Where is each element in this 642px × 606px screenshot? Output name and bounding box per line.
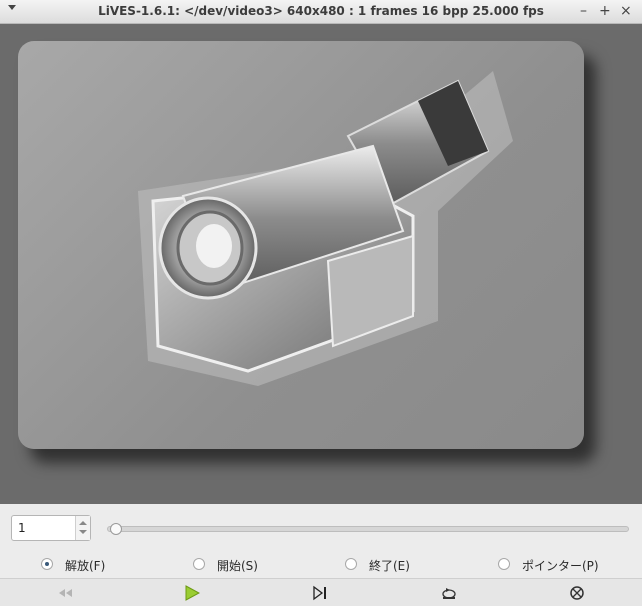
- window-title: LiVES-1.6.1: </dev/video3> 640x480 : 1 f…: [98, 4, 544, 18]
- radio-pointer-label: ポインター(P): [522, 559, 599, 573]
- play-icon: [185, 585, 200, 601]
- close-icon[interactable]: ×: [620, 3, 632, 19]
- minimize-icon[interactable]: –: [580, 3, 587, 19]
- video-preview: [0, 24, 642, 504]
- maximize-icon[interactable]: +: [599, 3, 611, 19]
- rewind-icon: [59, 589, 72, 597]
- slider-handle[interactable]: [110, 523, 122, 535]
- radio-pointer-indicator[interactable]: [498, 558, 510, 570]
- radio-start-label: 開始(S): [217, 559, 258, 573]
- step-forward-icon: [313, 585, 326, 601]
- stop-record-icon: [570, 586, 584, 600]
- webcam-placeholder-card: [18, 41, 584, 449]
- radio-free-indicator[interactable]: [41, 558, 53, 570]
- frame-value[interactable]: 1: [18, 521, 26, 535]
- frame-spinbutton[interactable]: 1: [11, 515, 91, 541]
- loop-button[interactable]: [434, 583, 464, 603]
- play-button[interactable]: [177, 583, 207, 603]
- step-forward-button[interactable]: [305, 583, 335, 603]
- title-bar: LiVES-1.6.1: </dev/video3> 640x480 : 1 f…: [0, 0, 642, 24]
- camcorder-icon: [138, 71, 513, 386]
- spin-arrows[interactable]: [75, 516, 90, 540]
- controls-panel: 1 解放(F) 開始(S) 終了(E) ポインター(P): [0, 504, 642, 606]
- spin-down-icon[interactable]: [79, 530, 87, 534]
- playback-toolbar: [0, 578, 642, 606]
- spin-up-icon[interactable]: [79, 521, 87, 525]
- radio-free-label: 解放(F): [65, 559, 106, 573]
- radio-start-indicator[interactable]: [193, 558, 205, 570]
- stop-record-button[interactable]: [562, 583, 592, 603]
- frame-slider[interactable]: [107, 523, 629, 535]
- loop-icon: [442, 588, 456, 599]
- radio-end-label: 終了(E): [369, 559, 410, 573]
- rewind-button[interactable]: [50, 583, 80, 603]
- radio-end-indicator[interactable]: [345, 558, 357, 570]
